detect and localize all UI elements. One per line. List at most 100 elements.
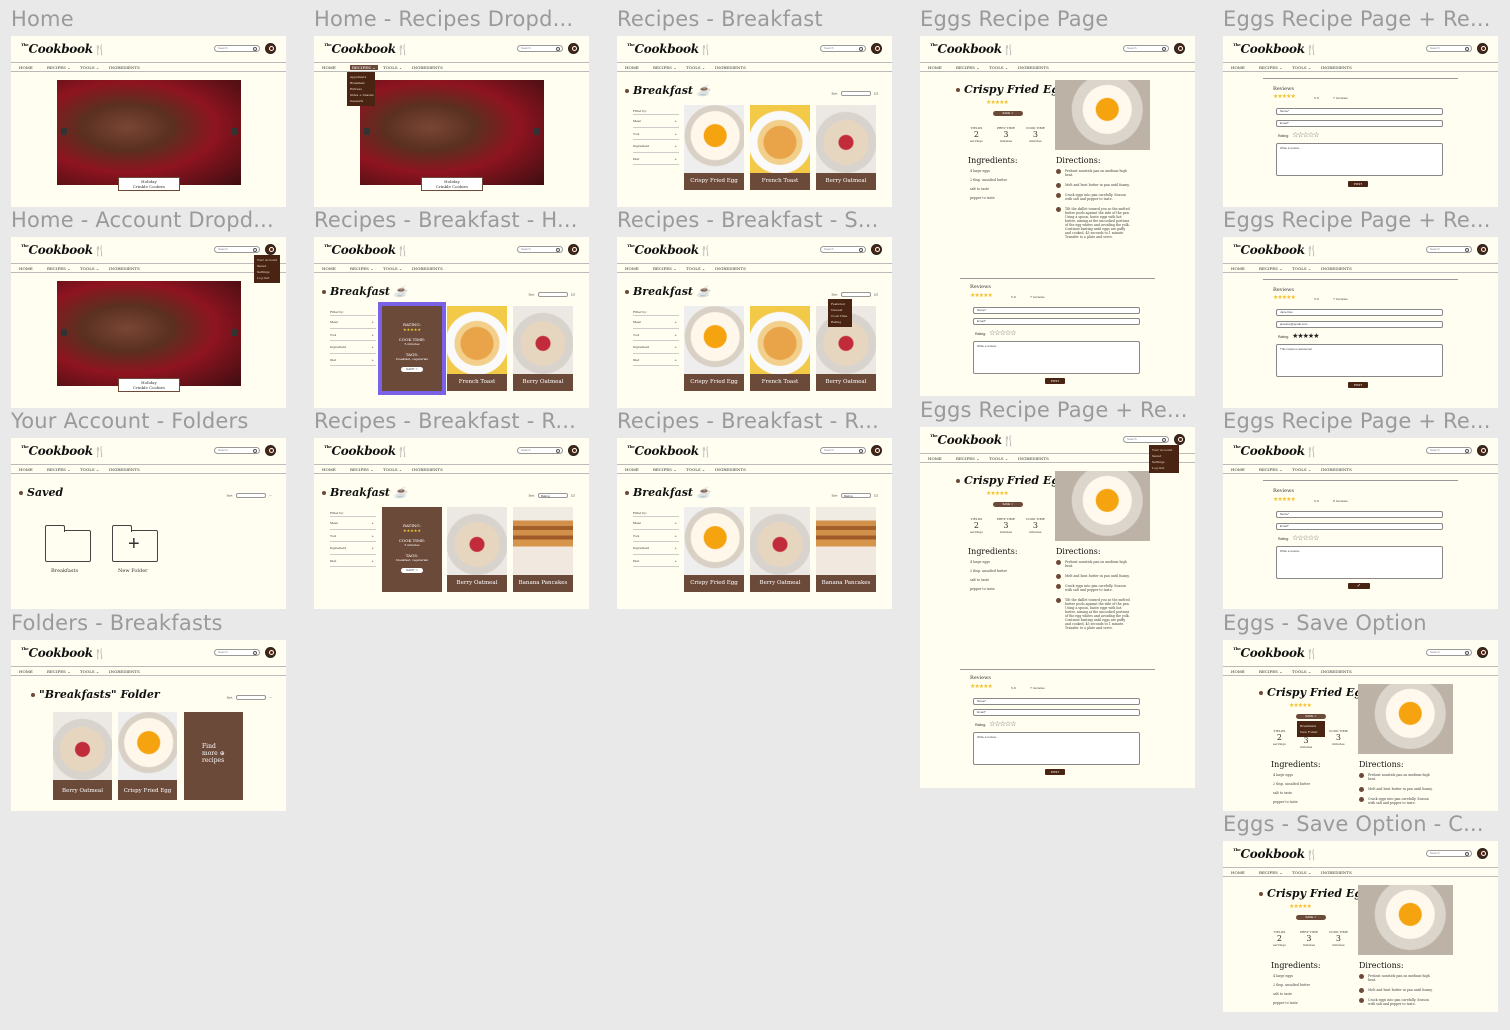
search-input[interactable]: Search	[820, 447, 866, 454]
nav-recipes[interactable]: RECIPES ⌄	[47, 266, 71, 271]
email-field[interactable]: Email*	[973, 709, 1140, 716]
name-field[interactable]: Jane Doe	[1276, 309, 1443, 316]
search-input[interactable]: Search	[1123, 45, 1169, 52]
search-input[interactable]: Search	[517, 447, 563, 454]
nav-home[interactable]: HOME	[625, 65, 639, 70]
logo[interactable]: TheCookbook🍴	[1233, 243, 1318, 257]
search-input[interactable]: Search	[1426, 45, 1472, 52]
nav-recipes[interactable]: RECIPES ⌄	[956, 456, 980, 461]
review-textarea[interactable]: Write a review...	[973, 732, 1140, 765]
filter-tool[interactable]: Tool	[633, 128, 679, 140]
account-icon[interactable]	[568, 244, 579, 255]
nav-recipes[interactable]: RECIPES ⌄	[47, 669, 71, 674]
search-input[interactable]: Search	[1426, 246, 1472, 253]
review-textarea[interactable]: Write a review...	[1276, 143, 1443, 176]
recipe-card[interactable]: Crispy Fried Egg	[684, 306, 744, 391]
account-icon[interactable]	[871, 43, 882, 54]
account-icon[interactable]	[1477, 445, 1488, 456]
sort-select[interactable]: Sort: ⋯	[227, 695, 272, 700]
recipe-card[interactable]: Crispy Fried Egg	[684, 105, 744, 190]
account-icon[interactable]	[568, 43, 579, 54]
nav-recipes[interactable]: RECIPES ⌄	[1259, 467, 1283, 472]
nav-recipes[interactable]: RECIPES ⌄	[653, 266, 677, 271]
save-button[interactable]: SAVE ☆	[1296, 915, 1326, 920]
nav-ingredients[interactable]: INGREDIENTS	[1321, 266, 1352, 271]
save-button[interactable]: SAVE ☆	[993, 111, 1023, 116]
logo[interactable]: TheCookbook🍴	[324, 243, 409, 257]
nav-home[interactable]: HOME	[1231, 467, 1245, 472]
nav-ingredients[interactable]: INGREDIENTS	[1321, 870, 1352, 875]
nav-home[interactable]: HOME	[19, 467, 33, 472]
search-input[interactable]: Search	[214, 649, 260, 656]
folder-icon[interactable]	[45, 525, 91, 562]
recipe-card[interactable]: French Toast	[750, 306, 810, 391]
name-field[interactable]: Name*	[1276, 511, 1443, 518]
recipe-card-hover[interactable]: RATING: ★★★★★ COOK TIME: 5 minutes TAGS: brea…	[378, 302, 446, 395]
recipe-card[interactable]: Banana Pancakes	[816, 507, 876, 592]
nav-tools[interactable]: TOOLS ⌄	[383, 266, 402, 271]
logo[interactable]: TheCookbook🍴	[21, 646, 106, 660]
save-button[interactable]: SAVE ☆	[400, 568, 424, 573]
nav-tools[interactable]: TOOLS ⌄	[80, 65, 99, 70]
nav-ingredients[interactable]: INGREDIENTS	[715, 266, 746, 271]
nav-ingredients[interactable]: INGREDIENTS	[1018, 65, 1049, 70]
nav-home[interactable]: HOME	[625, 467, 639, 472]
search-input[interactable]: Search	[517, 45, 563, 52]
nav-tools[interactable]: TOOLS ⌄	[989, 456, 1008, 461]
nav-tools[interactable]: TOOLS ⌄	[383, 65, 402, 70]
nav-ingredients[interactable]: INGREDIENTS	[1018, 456, 1049, 461]
nav-ingredients[interactable]: INGREDIENTS	[412, 65, 443, 70]
folder-label[interactable]: Breakfasts	[51, 568, 78, 574]
nav-home[interactable]: HOME	[1231, 65, 1245, 70]
account-icon[interactable]	[1477, 647, 1488, 658]
rating-input[interactable]: Rating: ☆☆☆☆☆	[1278, 131, 1319, 139]
nav-home[interactable]: HOME	[19, 669, 33, 674]
nav-recipes[interactable]: RECIPES ⌄	[47, 467, 71, 472]
rating-input[interactable]: Rating: ☆☆☆☆☆	[975, 329, 1016, 337]
dropdown-item[interactable]: New Folder	[1300, 729, 1322, 735]
nav-recipes[interactable]: RECIPES ⌄	[1259, 266, 1283, 271]
filter-tool[interactable]: Tool	[330, 530, 376, 542]
nav-home[interactable]: HOME	[19, 266, 33, 271]
hero-caption[interactable]: Holiday Crinkle Cookies	[421, 177, 483, 191]
email-field[interactable]: Email*	[973, 318, 1140, 325]
search-input[interactable]: Search	[820, 246, 866, 253]
dropdown-item[interactable]: Log Out	[1152, 465, 1176, 471]
recipe-card[interactable]: French Toast	[750, 105, 810, 190]
account-icon[interactable]	[1174, 434, 1185, 445]
name-field[interactable]: Name*	[973, 307, 1140, 314]
hero-caption[interactable]: Holiday Crinkle Cookies	[118, 378, 180, 392]
nav-home[interactable]: HOME	[928, 456, 942, 461]
nav-ingredients[interactable]: INGREDIENTS	[715, 467, 746, 472]
account-icon[interactable]	[1477, 244, 1488, 255]
filter-meal[interactable]: Meal	[633, 517, 679, 530]
nav-tools[interactable]: TOOLS ⌄	[80, 467, 99, 472]
sort-select[interactable]: Sort: ⋯	[227, 493, 272, 498]
account-icon[interactable]	[265, 647, 276, 658]
nav-ingredients[interactable]: INGREDIENTS	[109, 65, 140, 70]
nav-home[interactable]: HOME	[1231, 870, 1245, 875]
nav-ingredients[interactable]: INGREDIENTS	[412, 467, 443, 472]
filter-meal[interactable]: Meal	[633, 316, 679, 329]
post-button[interactable]: POST	[1348, 181, 1368, 187]
nav-tools[interactable]: TOOLS ⌄	[1292, 669, 1311, 674]
nav-recipes[interactable]: RECIPES ⌄	[350, 65, 378, 70]
logo[interactable]: TheCookbook🍴	[1233, 42, 1318, 56]
account-icon[interactable]	[871, 445, 882, 456]
dropdown-item[interactable]: Desserts	[350, 98, 372, 104]
account-icon[interactable]	[265, 43, 276, 54]
rating-input[interactable]: Rating: ★★★★★	[1278, 332, 1319, 340]
review-textarea[interactable]: Write a review...	[1276, 546, 1443, 579]
filter-ingredient[interactable]: Ingredient	[330, 542, 376, 555]
new-folder-icon[interactable]: +	[112, 525, 158, 562]
logo[interactable]: TheCookbook🍴	[930, 433, 1015, 447]
filter-diet[interactable]: Diet	[633, 153, 679, 165]
nav-tools[interactable]: TOOLS ⌄	[80, 669, 99, 674]
nav-recipes[interactable]: RECIPES ⌄	[350, 467, 374, 472]
filter-meal[interactable]: Meal	[633, 115, 679, 128]
sort-select[interactable]: Sort: 1/2	[831, 292, 878, 297]
nav-tools[interactable]: TOOLS ⌄	[989, 65, 1008, 70]
logo[interactable]: TheCookbook🍴	[930, 42, 1015, 56]
nav-ingredients[interactable]: INGREDIENTS	[1321, 669, 1352, 674]
logo[interactable]: TheCookbook🍴	[1233, 646, 1318, 660]
